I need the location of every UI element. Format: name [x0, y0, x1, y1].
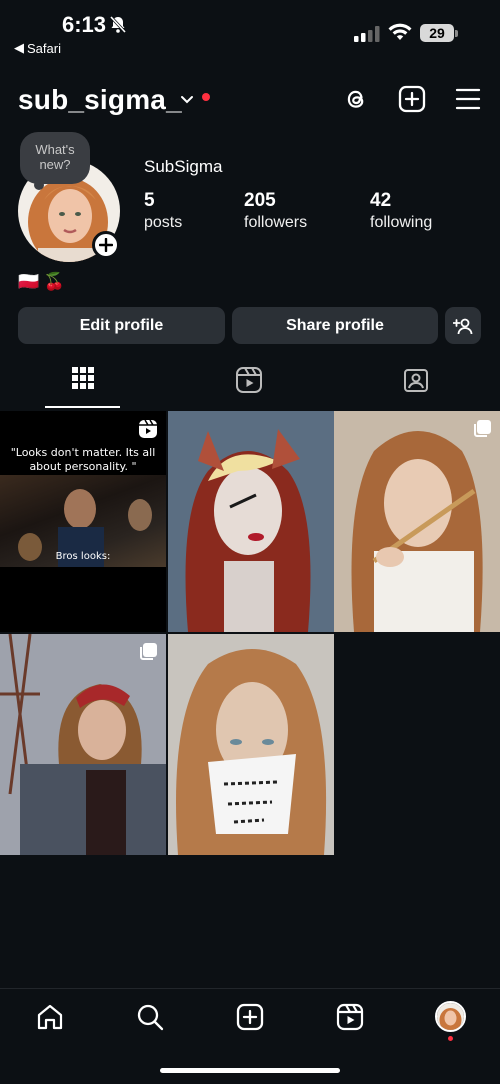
chevron-down-icon[interactable]: [180, 92, 194, 110]
tab-tagged[interactable]: [333, 366, 499, 408]
search-icon: [137, 1004, 164, 1031]
reels-icon: [236, 367, 262, 393]
battery-indicator: 29: [420, 24, 454, 42]
silent-bell-icon: [108, 14, 128, 39]
add-story-button[interactable]: [92, 231, 120, 259]
back-to-safari[interactable]: ◀ Safari: [14, 40, 61, 56]
wifi-icon: [388, 22, 412, 47]
discover-people-button[interactable]: [445, 307, 481, 344]
nav-create[interactable]: [236, 1003, 264, 1036]
meme-caption: Bros looks:: [55, 551, 111, 562]
note-bubble-tail: [34, 180, 44, 190]
carousel-badge-icon: [472, 419, 492, 444]
following-count: 42: [370, 190, 392, 211]
following-label: following: [370, 214, 433, 231]
posts-count: 5: [144, 190, 155, 211]
back-arrow-icon: ◀: [14, 40, 24, 55]
status-time: 6:13: [62, 12, 107, 37]
tab-reels[interactable]: [166, 366, 332, 408]
carousel-badge-icon: [138, 642, 158, 667]
nav-profile-avatar[interactable]: [435, 1001, 466, 1032]
nav-search[interactable]: [136, 1003, 164, 1036]
reels-icon: [336, 1003, 364, 1031]
add-post-icon[interactable]: [398, 85, 426, 118]
display-name: SubSigma: [144, 157, 223, 176]
home-indicator: [160, 1068, 340, 1073]
profile-username[interactable]: sub_sigma_: [18, 84, 182, 116]
posts-label: posts: [144, 214, 183, 231]
add-person-icon: [453, 318, 473, 334]
account-notification-dot: [202, 93, 210, 101]
tagged-icon: [404, 369, 428, 392]
note-bubble[interactable]: What's new?: [20, 132, 90, 184]
share-profile-button[interactable]: Share profile: [232, 307, 438, 344]
post-thumbnail[interactable]: [168, 634, 334, 855]
followers-stat[interactable]: 205 followers: [244, 190, 307, 232]
battery-tip: [455, 30, 458, 37]
reel-badge-icon: [138, 419, 158, 444]
grid-icon: [72, 367, 94, 389]
post-thumbnail[interactable]: "Looks don't matter. Its all about perso…: [0, 411, 166, 632]
meme-top-text: "Looks don't matter. Its all about perso…: [10, 446, 156, 473]
bio-emojis: 🇵🇱 🍒: [18, 272, 66, 291]
threads-icon[interactable]: [342, 85, 370, 118]
following-stat[interactable]: 42 following: [370, 190, 432, 232]
followers-count: 205: [244, 190, 276, 211]
cellular-signal-icon: [354, 26, 380, 47]
profile-notification-dot: [448, 1036, 453, 1041]
menu-icon[interactable]: [455, 87, 481, 116]
nav-reels[interactable]: [336, 1003, 364, 1036]
nav-home[interactable]: [36, 1003, 64, 1036]
tab-posts-grid[interactable]: [0, 366, 166, 408]
active-tab-indicator: [45, 406, 120, 408]
post-thumbnail[interactable]: [334, 411, 500, 632]
back-app-label: Safari: [27, 40, 61, 56]
followers-label: followers: [244, 214, 308, 231]
post-thumbnail[interactable]: [168, 411, 334, 632]
post-thumbnail[interactable]: [0, 634, 166, 855]
create-icon: [236, 1003, 264, 1031]
home-icon: [37, 1004, 63, 1030]
plus-icon: [99, 238, 113, 252]
posts-stat[interactable]: 5 posts: [144, 190, 182, 232]
edit-profile-button[interactable]: Edit profile: [18, 307, 225, 344]
